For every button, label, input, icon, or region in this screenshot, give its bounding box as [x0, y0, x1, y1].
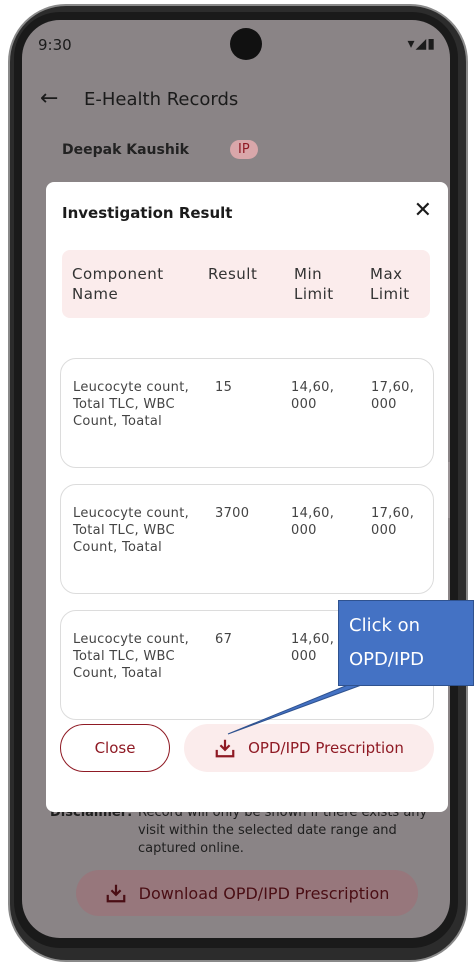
callout-line-2: OPD/IPD — [349, 649, 424, 670]
callout-line-1: Click on — [349, 615, 421, 636]
instruction-callout: Click on OPD/IPD — [338, 600, 474, 686]
callout-pointer — [227, 675, 387, 735]
